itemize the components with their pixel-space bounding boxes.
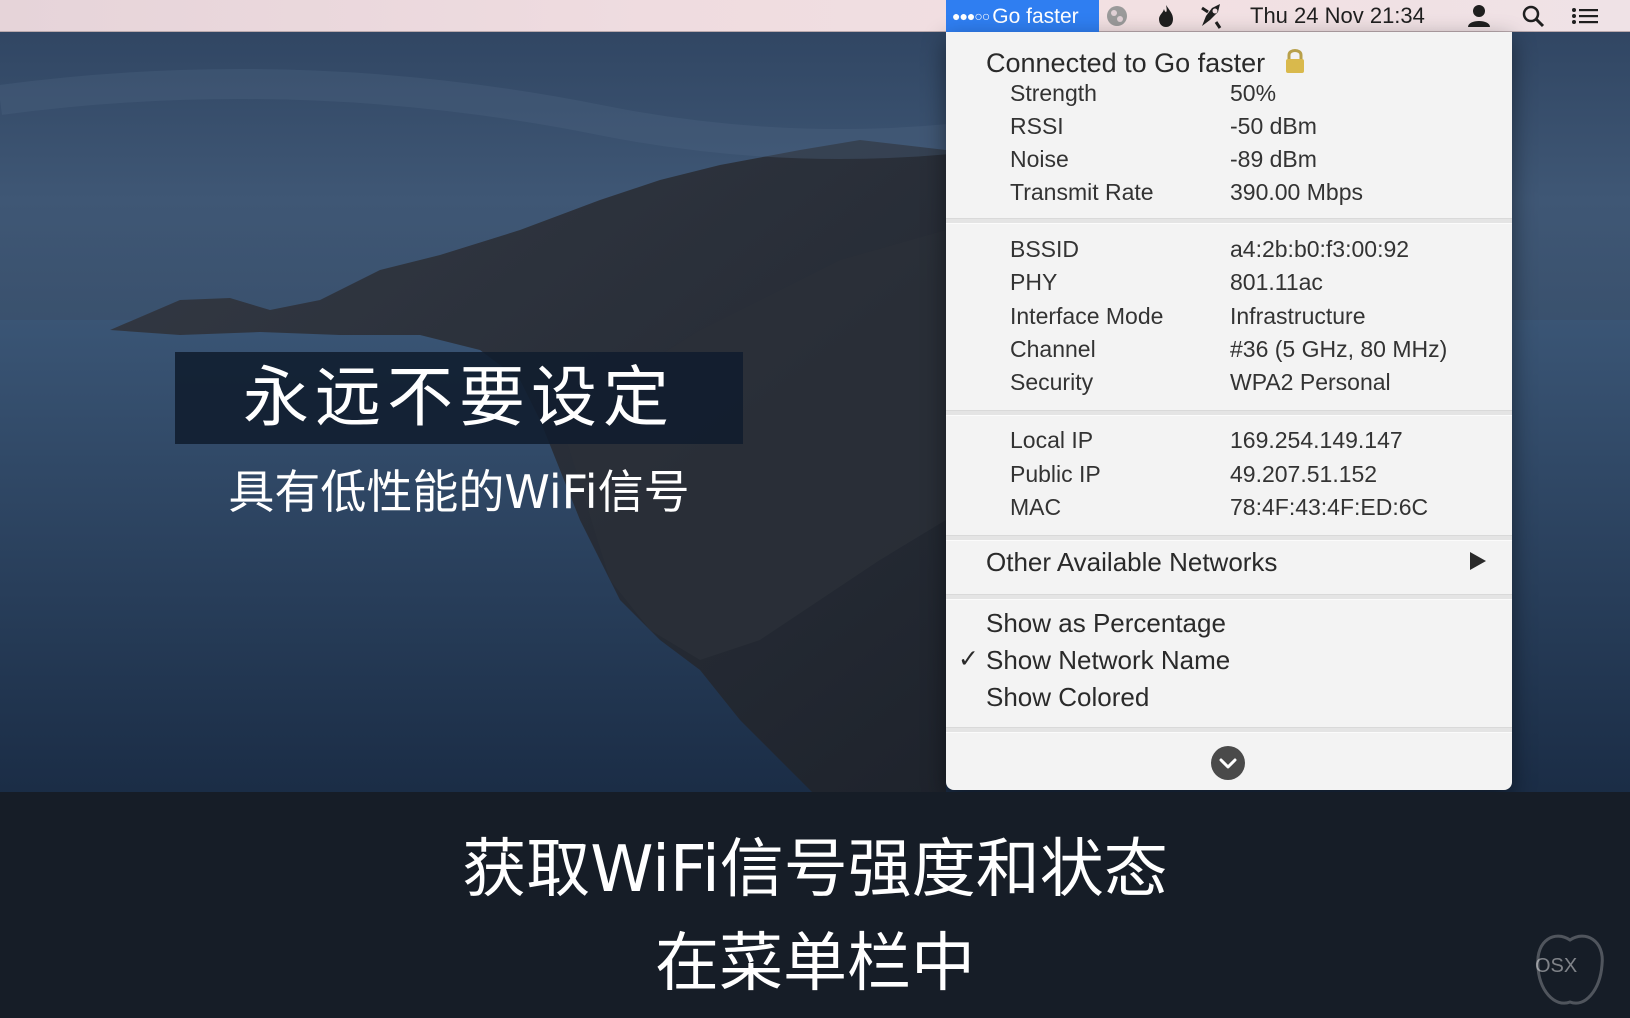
info-label: Transmit Rate <box>1010 179 1154 205</box>
caption-title-box: 永远不要设定 <box>175 352 743 444</box>
caption-title: 永远不要设定 <box>243 359 675 436</box>
info-row-strength: Strength 50% <box>1010 80 1276 107</box>
info-row-interface-mode: Interface Mode Infrastructure <box>1010 303 1366 330</box>
connected-header: Connected to Go faster <box>986 42 1307 79</box>
info-label: Public IP <box>1010 461 1101 487</box>
info-row-noise: Noise -89 dBm <box>1010 146 1317 173</box>
info-value: -89 dBm <box>1230 146 1317 172</box>
info-row-local-ip: Local IP 169.254.149.147 <box>1010 427 1403 454</box>
info-label: Noise <box>1010 146 1069 172</box>
menu-separator <box>946 218 1512 224</box>
info-value: #36 (5 GHz, 80 MHz) <box>1230 336 1448 362</box>
wifi-status-menu[interactable]: ●●●○○ Go faster <box>946 0 1099 32</box>
info-row-security: Security WPA2 Personal <box>1010 369 1391 396</box>
info-value: 801.11ac <box>1230 269 1323 295</box>
menu-separator <box>946 727 1512 733</box>
submenu-arrow-icon <box>1470 552 1486 570</box>
expand-more-button[interactable] <box>1211 746 1245 780</box>
info-label: Local IP <box>1010 427 1094 453</box>
menubar-clock[interactable]: Thu 24 Nov 21:34 <box>1250 0 1425 32</box>
caption-subtitle: 具有低性能的WiFi信号 <box>228 465 690 519</box>
info-row-transmit-rate: Transmit Rate 390.00 Mbps <box>1010 179 1363 206</box>
connected-header-label: Connected to Go faster <box>986 48 1266 78</box>
info-value: 50% <box>1230 80 1277 106</box>
bottom-caption-line-2: 在菜单栏中 <box>655 927 975 1001</box>
info-value: 169.254.149.147 <box>1230 427 1403 453</box>
menu-bar: ●●●○○ Go faster Thu 24 Nov 21:34 <box>0 0 1630 32</box>
watermark-text: OSX <box>1535 955 1578 977</box>
wifi-network-name: Go faster <box>992 5 1079 28</box>
info-label: BSSID <box>1010 236 1080 262</box>
info-row-rssi: RSSI -50 dBm <box>1010 113 1317 140</box>
menu-separator <box>946 410 1512 416</box>
other-networks-menu-item[interactable]: Other Available Networks <box>986 547 1277 578</box>
info-value: Infrastructure <box>1230 303 1366 329</box>
info-label: MAC <box>1010 494 1062 520</box>
checkmark-icon: ✓ <box>958 645 979 673</box>
info-value: a4:2b:b0:f3:00:92 <box>1230 236 1410 262</box>
rocket-icon[interactable] <box>1198 0 1226 32</box>
info-row-mac: MAC 78:4F:43:4F:ED:6C <box>1010 494 1428 521</box>
show-percentage-option[interactable]: Show as Percentage <box>986 608 1226 639</box>
wifi-signal-dots: ●●●○○ <box>952 8 990 24</box>
list-icon[interactable] <box>1570 0 1600 32</box>
info-row-phy: PHY 801.11ac <box>1010 269 1323 296</box>
info-row-channel: Channel #36 (5 GHz, 80 MHz) <box>1010 336 1447 363</box>
info-value: 49.207.51.152 <box>1230 461 1378 487</box>
info-value: 78:4F:43:4F:ED:6C <box>1230 494 1429 520</box>
info-value: 390.00 Mbps <box>1230 179 1363 205</box>
show-network-name-option[interactable]: Show Network Name <box>986 645 1230 676</box>
info-value: -50 dBm <box>1230 113 1317 139</box>
info-label: Strength <box>1010 80 1097 106</box>
info-label: RSSI <box>1010 113 1064 139</box>
show-colored-option[interactable]: Show Colored <box>986 682 1149 713</box>
menu-separator <box>946 535 1512 541</box>
info-row-public-ip: Public IP 49.207.51.152 <box>1010 461 1377 488</box>
search-icon[interactable] <box>1520 0 1546 32</box>
info-label: PHY <box>1010 269 1058 295</box>
chevron-down-icon <box>1219 758 1237 769</box>
menu-separator <box>946 594 1512 600</box>
globe-icon[interactable] <box>1105 0 1129 32</box>
user-icon[interactable] <box>1465 0 1493 32</box>
info-label: Security <box>1010 369 1094 395</box>
bottom-caption-line-1: 获取WiFi信号强度和状态 <box>462 833 1168 907</box>
info-label: Interface Mode <box>1010 303 1164 329</box>
flame-icon[interactable] <box>1155 0 1177 32</box>
info-label: Channel <box>1010 336 1096 362</box>
lock-icon <box>1283 46 1307 76</box>
info-row-bssid: BSSID a4:2b:b0:f3:00:92 <box>1010 236 1409 263</box>
wifi-dropdown-menu: Connected to Go faster Strength 50% RSSI -… <box>946 32 1512 790</box>
info-value: WPA2 Personal <box>1230 369 1391 395</box>
